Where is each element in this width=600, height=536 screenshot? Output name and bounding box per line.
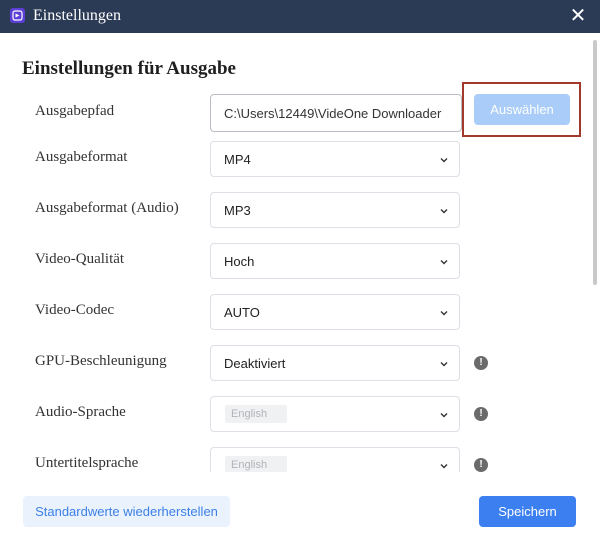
row-output-format: Ausgabeformat MP4 bbox=[0, 141, 600, 177]
section-title: Einstellungen für Ausgabe bbox=[22, 58, 236, 79]
row-audio-format: Ausgabeformat (Audio) MP3 bbox=[0, 192, 600, 228]
info-icon[interactable]: ! bbox=[474, 407, 488, 421]
title-bar: Einstellungen ✕ bbox=[0, 0, 600, 33]
audio-format-value: MP3 bbox=[224, 203, 251, 218]
output-format-label: Ausgabeformat bbox=[35, 149, 128, 165]
subtitle-language-value: English bbox=[225, 456, 287, 472]
chevron-down-icon bbox=[440, 311, 448, 316]
video-quality-value: Hoch bbox=[224, 254, 255, 269]
row-video-quality: Video-Qualität Hoch bbox=[0, 243, 600, 279]
gpu-acceleration-value: Deaktiviert bbox=[224, 356, 286, 371]
gpu-acceleration-select[interactable]: Deaktiviert bbox=[210, 345, 460, 381]
scrollbar-thumb[interactable] bbox=[593, 40, 597, 285]
window-title: Einstellungen bbox=[33, 7, 121, 24]
chevron-down-icon bbox=[440, 260, 448, 265]
video-codec-label: Video-Codec bbox=[35, 302, 115, 318]
audio-language-label: Audio-Sprache bbox=[35, 404, 126, 420]
subtitle-language-select[interactable]: English bbox=[210, 447, 460, 472]
chevron-down-icon bbox=[440, 362, 448, 367]
audio-format-label: Ausgabeformat (Audio) bbox=[35, 200, 179, 216]
save-button[interactable]: Speichern bbox=[479, 496, 576, 527]
row-audio-language: Audio-Sprache English ! bbox=[0, 396, 600, 432]
output-format-value: MP4 bbox=[224, 152, 251, 167]
video-quality-select[interactable]: Hoch bbox=[210, 243, 460, 279]
audio-format-select[interactable]: MP3 bbox=[210, 192, 460, 228]
reset-defaults-button[interactable]: Standardwerte wiederherstellen bbox=[23, 496, 230, 527]
settings-list: Ausgabeformat MP4 Ausgabeformat (Audio) … bbox=[0, 84, 600, 472]
video-codec-select[interactable]: AUTO bbox=[210, 294, 460, 330]
row-video-codec: Video-Codec AUTO bbox=[0, 294, 600, 330]
subtitle-language-label: Untertitelsprache bbox=[35, 455, 139, 471]
app-logo-icon bbox=[10, 8, 25, 23]
info-icon[interactable]: ! bbox=[474, 458, 488, 472]
chevron-down-icon bbox=[440, 464, 448, 469]
info-icon[interactable]: ! bbox=[474, 356, 488, 370]
row-subtitle-language: Untertitelsprache English ! bbox=[0, 447, 600, 472]
output-format-select[interactable]: MP4 bbox=[210, 141, 460, 177]
video-codec-value: AUTO bbox=[224, 305, 260, 320]
video-quality-label: Video-Qualität bbox=[35, 251, 125, 267]
audio-language-value: English bbox=[225, 405, 287, 423]
chevron-down-icon bbox=[440, 209, 448, 214]
close-icon[interactable]: ✕ bbox=[568, 4, 588, 28]
audio-language-select[interactable]: English bbox=[210, 396, 460, 432]
gpu-acceleration-label: GPU-Beschleunigung bbox=[35, 353, 167, 369]
row-gpu-acceleration: GPU-Beschleunigung Deaktiviert ! bbox=[0, 345, 600, 381]
chevron-down-icon bbox=[440, 158, 448, 163]
chevron-down-icon bbox=[440, 413, 448, 418]
